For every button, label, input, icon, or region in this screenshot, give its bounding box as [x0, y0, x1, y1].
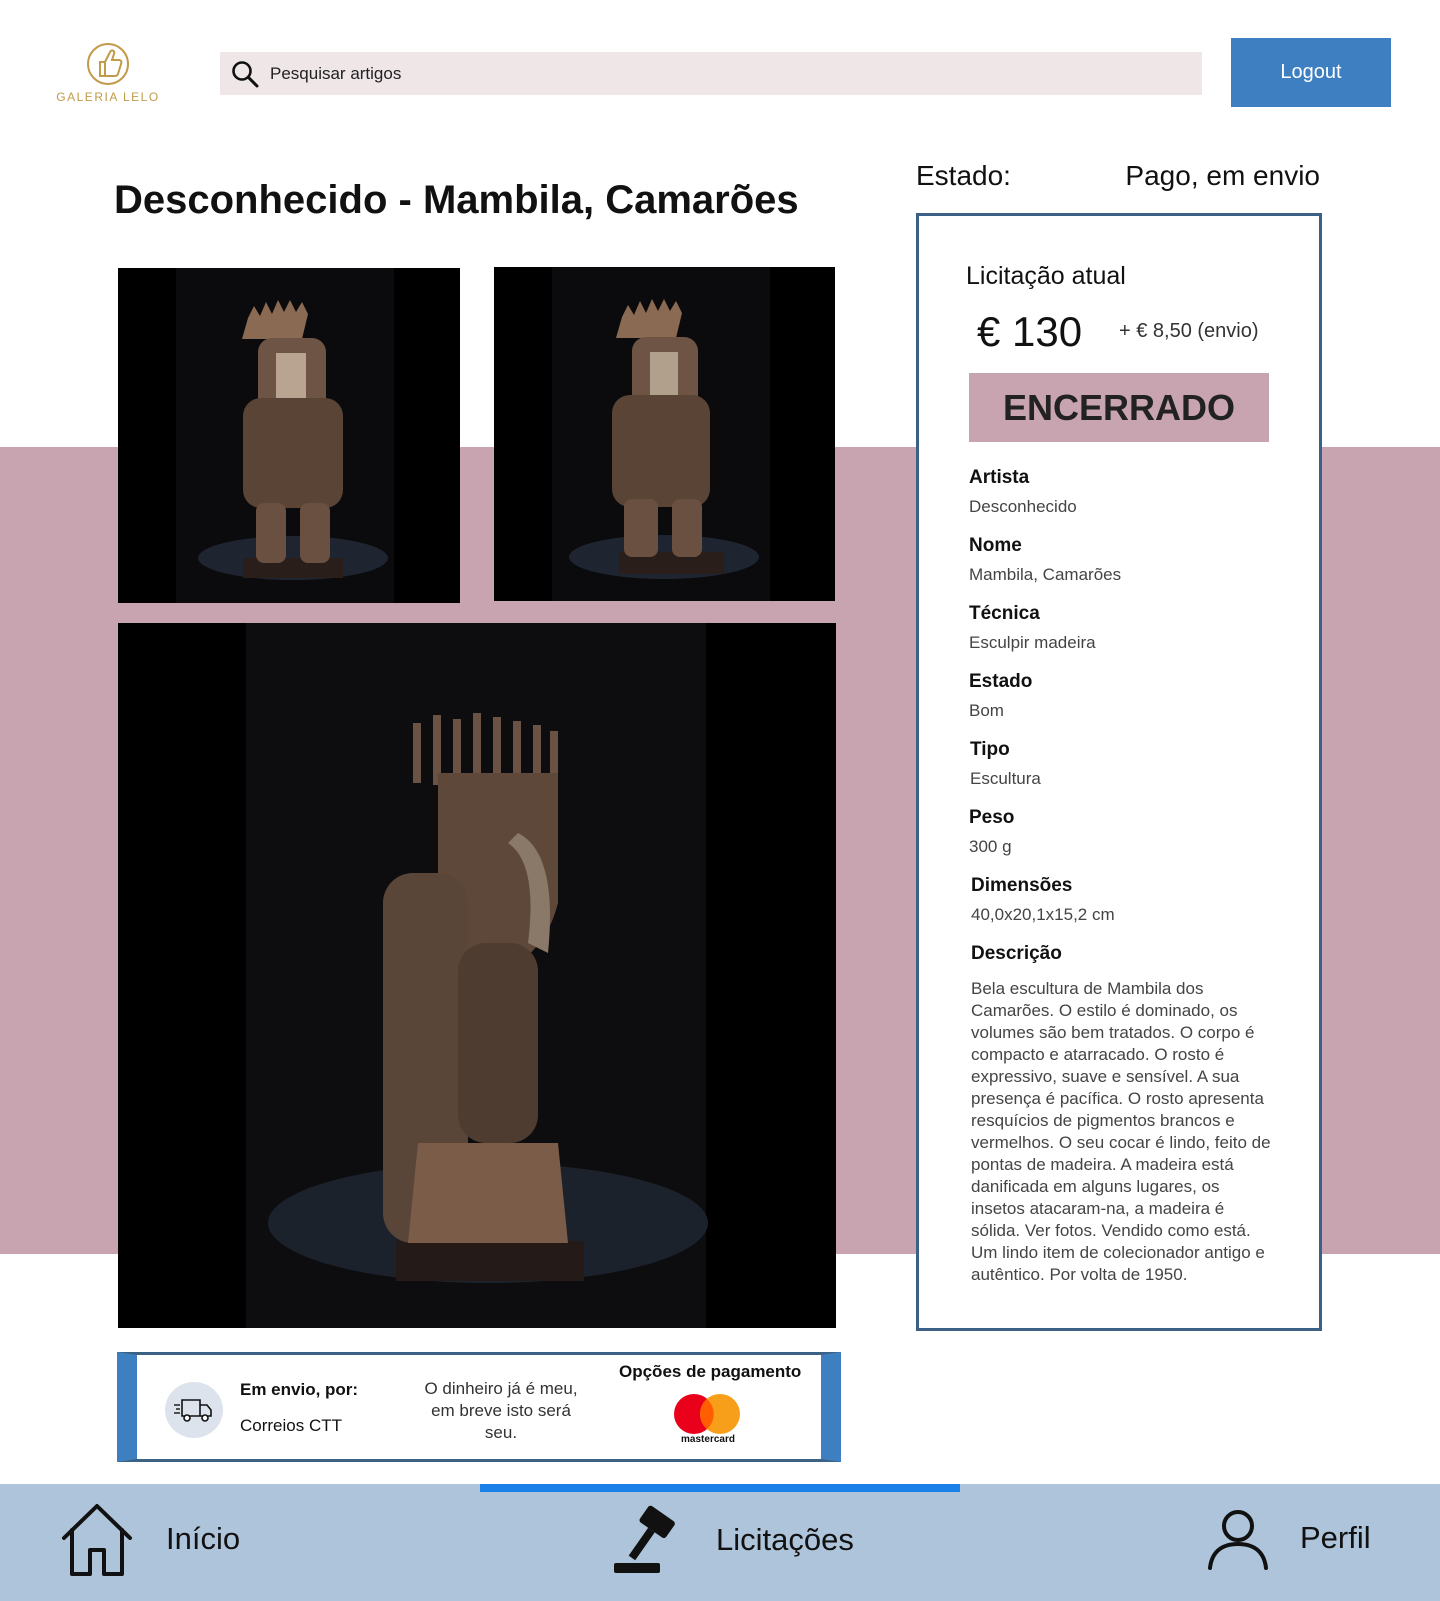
active-tab-indicator	[480, 1484, 960, 1492]
spec-value: Esculpir madeira	[969, 633, 1096, 652]
spec-label: Técnica	[969, 603, 1040, 624]
shipping-message: O dinheiro já é meu, em breve isto será …	[424, 1379, 578, 1442]
spec-weight: Peso 300 g	[969, 807, 1269, 857]
spec-value: Bom	[969, 701, 1004, 720]
mastercard-wordmark: mastercard	[681, 1434, 735, 1445]
search-icon	[230, 59, 260, 89]
gallery-logo[interactable]: GALERIA LELO	[56, 40, 160, 110]
artwork-photo-front[interactable]	[118, 268, 460, 603]
status-value: Pago, em envio	[1125, 160, 1320, 191]
logout-button[interactable]: Logout	[1231, 38, 1391, 107]
nav-bids[interactable]: Licitações	[612, 1505, 854, 1575]
spec-technique: Técnica Esculpir madeira	[969, 603, 1269, 653]
status-label: Estado:	[916, 160, 1011, 191]
spec-label: Nome	[969, 535, 1022, 556]
artwork-photo-side[interactable]	[118, 623, 836, 1328]
spec-label: Estado	[969, 671, 1033, 692]
description-text: Bela escultura de Mambila dos Camarões. …	[971, 979, 1271, 1284]
spec-value: 40,0x20,1x15,2 cm	[971, 905, 1115, 924]
auction-closed-badge: ENCERRADO	[969, 373, 1269, 442]
spec-value: Mambila, Camarões	[969, 565, 1122, 584]
nav-profile-label: Perfil	[1300, 1520, 1371, 1555]
logo-text: GALERIA LELO	[56, 90, 160, 104]
page: GALERIA LELO Logout Desconhecido - Mambi…	[0, 0, 1440, 1601]
gavel-icon	[614, 1505, 675, 1573]
spec-label: Dimensões	[971, 875, 1073, 896]
thumbs-up-logo-icon	[87, 43, 129, 85]
spec-label: Artista	[969, 467, 1030, 488]
spec-description: Descrição	[971, 943, 1271, 965]
shipping-title: Em envio, por:	[240, 1380, 359, 1399]
nav-home[interactable]: Início	[58, 1500, 240, 1578]
shipping-cost: + € 8,50 (envio)	[1119, 320, 1259, 342]
search-input[interactable]	[270, 63, 1150, 84]
spec-condition: Estado Bom	[969, 671, 1269, 721]
spec-label: Peso	[969, 807, 1015, 828]
spec-label: Descrição	[971, 943, 1062, 964]
spec-artist: Artista Desconhecido	[969, 467, 1269, 517]
shipping-carrier: Correios CTT	[240, 1416, 343, 1435]
current-bid-price: € 130	[977, 308, 1083, 355]
artwork-photo-angle[interactable]	[494, 267, 835, 601]
spec-value: Escultura	[970, 769, 1041, 788]
nav-bids-label: Licitações	[716, 1522, 854, 1557]
nav-profile[interactable]: Perfil	[1206, 1506, 1371, 1570]
spec-dimensions: Dimensões 40,0x20,1x15,2 cm	[971, 875, 1271, 925]
spec-value: 300 g	[969, 837, 1012, 856]
spec-label: Tipo	[970, 739, 1010, 760]
page-title: Desconhecido - Mambila, Camarões	[114, 178, 799, 222]
spec-value: Desconhecido	[969, 497, 1077, 516]
search-bar[interactable]	[220, 52, 1202, 95]
spec-type: Tipo Escultura	[970, 739, 1270, 789]
nav-home-label: Início	[166, 1521, 241, 1556]
payment-options-title: Opções de pagamento	[619, 1362, 802, 1381]
home-icon	[62, 1504, 132, 1576]
current-bid-label: Licitação atual	[966, 262, 1126, 290]
spec-name: Nome Mambila, Camarões	[969, 535, 1269, 585]
user-icon	[1208, 1510, 1268, 1570]
delivery-truck-icon	[165, 1382, 223, 1438]
